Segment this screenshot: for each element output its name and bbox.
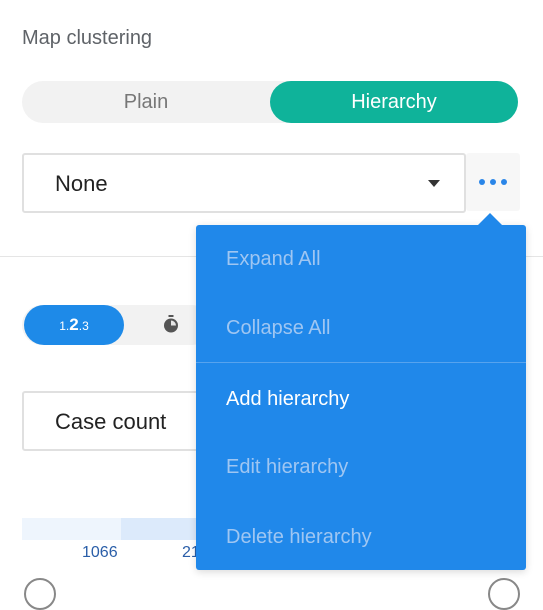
legend-segment: [22, 518, 121, 540]
hierarchy-select[interactable]: None: [22, 153, 466, 213]
caret-down-icon: [428, 180, 440, 187]
metric-select-value: Case count: [55, 409, 167, 434]
hierarchy-select-value: None: [55, 171, 108, 196]
number-label-part: 2: [69, 315, 79, 334]
more-options-button[interactable]: [466, 153, 520, 211]
hierarchy-option[interactable]: Hierarchy: [270, 81, 518, 123]
legend-label: 1066: [82, 544, 118, 561]
range-handle-left[interactable]: [24, 578, 56, 610]
number-label-part: 1.: [59, 319, 70, 333]
plain-option[interactable]: Plain: [22, 81, 270, 123]
display-mode-toggle: 1.2.3: [22, 305, 212, 345]
menu-item-delete-hierarchy[interactable]: Delete hierarchy: [226, 526, 372, 549]
number-mode-button[interactable]: 1.2.3: [24, 305, 124, 345]
menu-divider: [196, 362, 526, 363]
menu-item-expand-all[interactable]: Expand All: [226, 248, 321, 271]
hierarchy-actions-menu: Expand All Collapse All Add hierarchy Ed…: [196, 213, 526, 570]
legend-color-bar: [22, 518, 202, 540]
menu-item-collapse-all[interactable]: Collapse All: [226, 317, 331, 340]
clustering-mode-toggle: Plain Hierarchy: [22, 81, 518, 123]
number-label-part: .3: [78, 319, 89, 333]
section-title: Map clustering: [22, 27, 153, 49]
timer-icon[interactable]: [162, 315, 180, 333]
legend-segment: [121, 518, 202, 540]
menu-pointer: [478, 213, 502, 225]
range-handle-right[interactable]: [488, 578, 520, 610]
menu-item-edit-hierarchy[interactable]: Edit hierarchy: [226, 456, 348, 479]
menu-item-add-hierarchy[interactable]: Add hierarchy: [226, 388, 349, 411]
